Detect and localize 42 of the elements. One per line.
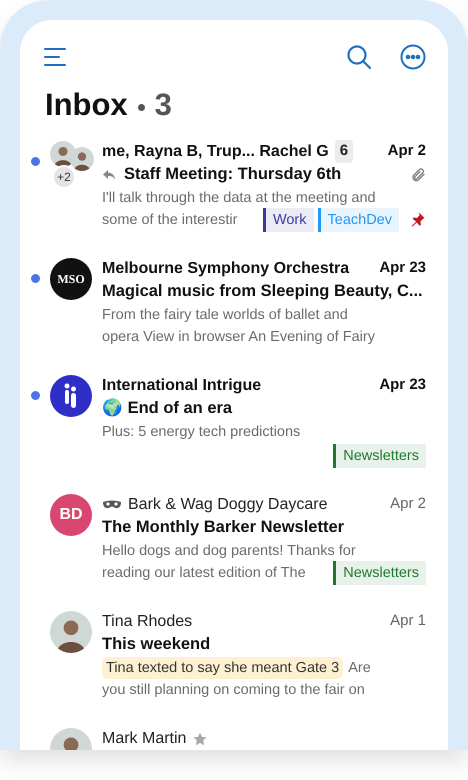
email-subject: 🌍 End of an era [102,397,234,420]
menu-icon[interactable] [44,47,66,67]
label-tag[interactable]: Newsletters [333,444,426,468]
sender-avatar: BD [50,494,92,536]
sender-name: International Intrigue [102,376,262,396]
email-preview: Plus: 5 energy tech predictions [102,422,300,442]
search-icon[interactable] [346,44,372,70]
email-subject: Staff Meeting: Thursday 6th [124,164,342,186]
email-preview: some of the interestir [102,210,238,230]
email-subject: This weekend [102,634,212,656]
sender-name: me, Rayna B, Trup... Rachel G [102,142,329,162]
email-preview: you still planning on coming to the fair on [102,680,365,700]
thread-count: 6 [334,140,354,163]
email-preview: Are [348,658,371,678]
email-date: Apr 1 [390,611,426,632]
star-icon[interactable] [192,730,208,746]
email-preview: opera View in browser An Evening of Fairy [102,328,375,346]
sender-logo: MSO [50,258,92,300]
email-preview: I'll talk through the data at the meeting and [102,188,376,208]
email-subject: Magical music from Sleeping Beauty, C... [102,281,424,302]
sender-name: Melbourne Symphony Orchestra [102,258,350,278]
more-icon[interactable] [400,44,426,70]
unread-count: 3 [154,86,172,124]
inbox-title: Inbox [45,86,128,124]
sender-name: Tina Rhodes [102,612,192,632]
avatar-icon [50,610,92,652]
more-count: +2 [52,164,76,188]
email-date: Apr 2 [390,494,426,514]
label-tag[interactable]: TeachDev [318,208,399,232]
email-preview: reading our latest edition of The [102,564,306,582]
label-tag[interactable]: Work [262,208,314,232]
label-tag[interactable]: Newsletters [333,560,426,584]
avatar-icon [70,146,94,170]
email-preview: Hello dogs and dog parents! Thanks for [102,542,356,560]
highlight-snippet: Tina texted to say she meant Gate 3 [102,656,344,678]
email-date: Apr 2 [388,141,426,162]
sender-name: Mark Martin [102,728,186,748]
email-preview: From the fairy tale worlds of ballet and [102,306,348,324]
email-date: Apr 23 [379,258,426,278]
email-date: Apr 23 [379,375,426,396]
email-subject: The Monthly Barker Newsletter [102,517,346,538]
sender-name: Bark & Wag Doggy Daycare [128,494,328,514]
